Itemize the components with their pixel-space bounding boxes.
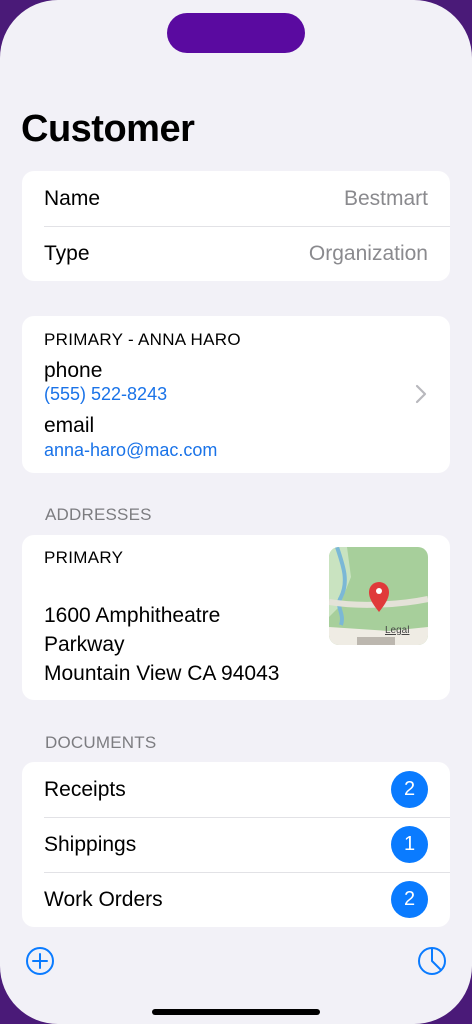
dynamic-island bbox=[167, 13, 305, 53]
address-card[interactable]: PRIMARY 1600 Amphitheatre Parkway Mounta… bbox=[22, 535, 450, 700]
name-label: Name bbox=[44, 186, 101, 210]
document-row-shippings[interactable]: Shippings bbox=[44, 817, 450, 872]
contact-card[interactable]: PRIMARY - ANNA HARO phone (555) 522-8243… bbox=[22, 316, 450, 473]
pie-chart-icon[interactable] bbox=[417, 946, 447, 981]
name-value: Bestmart bbox=[343, 186, 428, 210]
phone-screen: Customer Name Bestmart Type Organization… bbox=[0, 0, 472, 1024]
chevron-right-icon bbox=[415, 384, 427, 409]
work-orders-label: Work Orders bbox=[44, 887, 163, 911]
home-indicator[interactable] bbox=[152, 1009, 320, 1015]
document-row-work-orders[interactable]: Work Orders bbox=[44, 872, 450, 927]
address-line-1: 1600 Amphitheatre bbox=[44, 604, 221, 627]
receipts-label: Receipts bbox=[44, 777, 126, 801]
name-row[interactable]: Name Bestmart bbox=[44, 171, 450, 226]
work-orders-count-badge: 2 bbox=[391, 881, 428, 918]
type-value: Organization bbox=[308, 241, 428, 265]
shippings-count-badge: 1 bbox=[391, 826, 428, 863]
contact-header: PRIMARY - ANNA HARO bbox=[44, 330, 241, 349]
customer-info-card: Name Bestmart Type Organization bbox=[22, 171, 450, 281]
type-label: Type bbox=[44, 241, 90, 265]
plus-circle-icon[interactable] bbox=[25, 946, 55, 981]
documents-card: Receipts 2 Shippings 1 Work Orders 2 bbox=[22, 762, 450, 927]
map-thumbnail-icon bbox=[329, 547, 428, 645]
phone-link[interactable]: (555) 522-8243 bbox=[44, 384, 167, 405]
document-row-receipts[interactable]: Receipts bbox=[44, 762, 450, 817]
email-link[interactable]: anna-haro@mac.com bbox=[44, 440, 217, 461]
phone-label: phone bbox=[44, 359, 103, 382]
documents-section-header: DOCUMENTS bbox=[45, 733, 157, 752]
address-map[interactable]: Legal bbox=[329, 547, 428, 645]
address-line-2: Parkway bbox=[44, 633, 125, 656]
map-legal-link[interactable]: Legal bbox=[385, 625, 409, 636]
page-title: Customer bbox=[21, 108, 195, 150]
type-row[interactable]: Type Organization bbox=[44, 226, 450, 281]
addresses-section-header: ADDRESSES bbox=[45, 505, 152, 524]
address-label: PRIMARY bbox=[44, 548, 124, 567]
shippings-label: Shippings bbox=[44, 832, 137, 856]
address-line-3: Mountain View CA 94043 bbox=[44, 662, 280, 685]
email-label: email bbox=[44, 414, 95, 437]
receipts-count-badge: 2 bbox=[391, 771, 428, 808]
